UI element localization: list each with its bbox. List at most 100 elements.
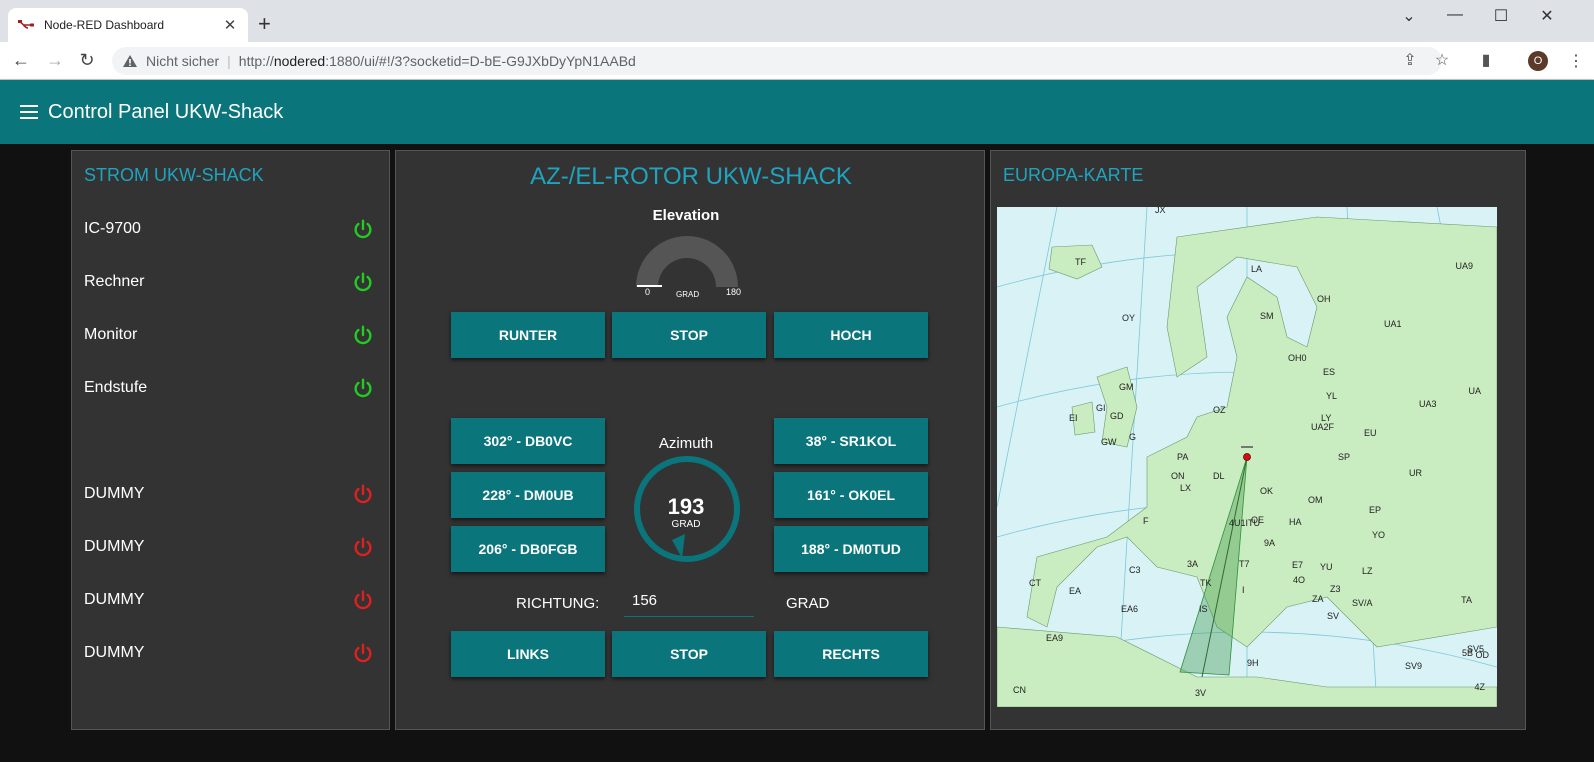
power-row: Rechner xyxy=(84,267,374,297)
map-callsign-label: EI xyxy=(1069,413,1078,423)
power-row-label: Rechner xyxy=(84,273,145,290)
dashboard-toolbar: Control Panel UKW-Shack xyxy=(0,80,1594,144)
browser-tabstrip: Node-RED Dashboard ✕ + ⌄ — ☐ ✕ xyxy=(0,0,1594,42)
preset-button[interactable]: 38° - SR1KOL xyxy=(774,418,928,464)
map-callsign-label: 9H xyxy=(1247,658,1259,668)
maximize-icon[interactable]: ☐ xyxy=(1478,6,1524,26)
elevation-up-button[interactable]: HOCH xyxy=(774,312,928,358)
elevation-label: Elevation xyxy=(652,207,720,224)
map-callsign-label: CT xyxy=(1029,578,1041,588)
direction-input[interactable]: 156 xyxy=(624,587,754,617)
preset-button[interactable]: 302° - DB0VC xyxy=(451,418,605,464)
map-callsign-label: TA xyxy=(1461,595,1472,605)
map-callsign-label: OH xyxy=(1317,294,1331,304)
profile-avatar[interactable]: O xyxy=(1528,51,1548,71)
rotate-left-button[interactable]: LINKS xyxy=(451,631,605,677)
map-callsign-label: GI xyxy=(1096,403,1106,413)
forward-icon[interactable]: → xyxy=(44,50,66,70)
map-callsign-label: YU xyxy=(1320,562,1333,572)
power-card-title: STROM UKW-SHACK xyxy=(84,165,264,185)
map-callsign-label: OD xyxy=(1476,650,1490,660)
map-callsign-label: OK xyxy=(1260,486,1273,496)
map-callsign-label: Z3 xyxy=(1330,584,1341,594)
bookmark-star-icon[interactable]: ☆ xyxy=(1430,50,1454,70)
map-callsign-label: SV xyxy=(1327,611,1339,621)
map-callsign-label: GW xyxy=(1101,437,1117,447)
share-icon[interactable]: ⇪ xyxy=(1398,50,1422,70)
power-row: Endstufe xyxy=(84,373,374,403)
map-callsign-label: OH0 xyxy=(1288,353,1307,363)
elevation-max: 180 xyxy=(726,287,742,297)
dashboard-body: STROM UKW-SHACK IC-9700 Rechner Monitor End… xyxy=(0,144,1594,762)
minimize-icon[interactable]: — xyxy=(1432,6,1478,24)
reload-icon[interactable]: ↻ xyxy=(76,50,98,70)
power-toggle-icon[interactable] xyxy=(352,483,374,505)
rotate-right-button[interactable]: RECHTS xyxy=(774,631,928,677)
tab-close-icon[interactable]: ✕ xyxy=(222,16,238,34)
power-row: DUMMY xyxy=(84,585,374,615)
map-callsign-label: GM xyxy=(1119,382,1134,392)
map-callsign-label: GD xyxy=(1110,411,1124,421)
map-callsign-label: YL xyxy=(1326,391,1337,401)
map-callsign-label: OM xyxy=(1308,495,1323,505)
menu-icon[interactable] xyxy=(20,105,38,119)
map-callsign-label: 3V xyxy=(1195,688,1206,698)
map-callsign-label: SP xyxy=(1338,452,1350,462)
power-toggle-icon[interactable] xyxy=(352,536,374,558)
power-toggle-icon[interactable] xyxy=(352,377,374,399)
rotor-card-title: AZ-/EL-ROTOR UKW-SHACK xyxy=(530,163,852,190)
close-window-icon[interactable]: ✕ xyxy=(1524,6,1570,26)
europe-map: JXTFLA UA9OHSMUA1OYOH0ESGMYLUA3UAEIGIGDOZ… xyxy=(997,207,1497,707)
map-callsign-label: 5B xyxy=(1462,648,1473,658)
url-field[interactable]: Nicht sicher | http://nodered:1880/ui/#!… xyxy=(112,47,1442,75)
elevation-unit: GRAD xyxy=(676,290,700,299)
map-card-title: EUROPA-KARTE xyxy=(1003,165,1144,185)
map-callsign-label: JX xyxy=(1155,207,1166,215)
azimuth-label: Azimuth xyxy=(658,435,714,452)
map-callsign-label: 9A xyxy=(1264,538,1275,548)
warning-icon xyxy=(123,55,137,67)
preset-button[interactable]: 188° - DM0TUD xyxy=(774,526,928,572)
map-callsign-label: UA2F xyxy=(1311,422,1335,432)
power-row-label: DUMMY xyxy=(84,485,145,502)
map-callsign-label: CN xyxy=(1013,685,1026,695)
map-callsign-label: UA1 xyxy=(1384,319,1402,329)
rotate-stop-button[interactable]: STOP xyxy=(612,631,766,677)
power-toggle-icon[interactable] xyxy=(352,218,374,240)
browser-menu-icon[interactable]: ⋮ xyxy=(1568,51,1584,71)
node-red-favicon-icon xyxy=(18,20,34,29)
map-callsign-label: LX xyxy=(1180,483,1191,493)
tab-search-icon[interactable]: ⌄ xyxy=(1386,6,1432,26)
azimuth-value: 193 xyxy=(667,494,705,519)
side-panel-icon[interactable]: ▮ xyxy=(1474,50,1498,70)
map-callsign-label: UA9 xyxy=(1455,261,1473,271)
map-callsign-label: 4Z xyxy=(1474,682,1485,692)
map-callsign-label: F xyxy=(1143,516,1149,526)
power-row: DUMMY xyxy=(84,479,374,509)
power-toggle-icon[interactable] xyxy=(352,324,374,346)
map-callsign-label: EU xyxy=(1364,428,1377,438)
power-toggle-icon[interactable] xyxy=(352,271,374,293)
map-callsign-label: PA xyxy=(1177,452,1188,462)
preset-button[interactable]: 206° - DB0FGB xyxy=(451,526,605,572)
elevation-down-button[interactable]: RUNTER xyxy=(451,312,605,358)
power-row-label: Monitor xyxy=(84,326,138,343)
power-row-label: Endstufe xyxy=(84,379,148,396)
map-callsign-label: UA xyxy=(1468,386,1481,396)
elevation-stop-button[interactable]: STOP xyxy=(612,312,766,358)
power-toggle-icon[interactable] xyxy=(352,589,374,611)
preset-button[interactable]: 228° - DM0UB xyxy=(451,472,605,518)
browser-tab[interactable]: Node-RED Dashboard ✕ xyxy=(8,8,248,42)
map-callsign-label: SV/A xyxy=(1352,598,1373,608)
back-icon[interactable]: ← xyxy=(10,50,32,70)
map-callsign-label: G xyxy=(1129,432,1136,442)
new-tab-button[interactable]: + xyxy=(258,13,271,35)
map-callsign-label: SV9 xyxy=(1405,661,1422,671)
security-label[interactable]: Nicht sicher xyxy=(146,53,219,69)
page-title: Control Panel UKW-Shack xyxy=(48,101,284,123)
power-toggle-icon[interactable] xyxy=(352,642,374,664)
tab-title: Node-RED Dashboard xyxy=(44,18,165,32)
power-row-label: DUMMY xyxy=(84,538,145,555)
map-callsign-label: E7 xyxy=(1292,560,1303,570)
preset-button[interactable]: 161° - OK0EL xyxy=(774,472,928,518)
